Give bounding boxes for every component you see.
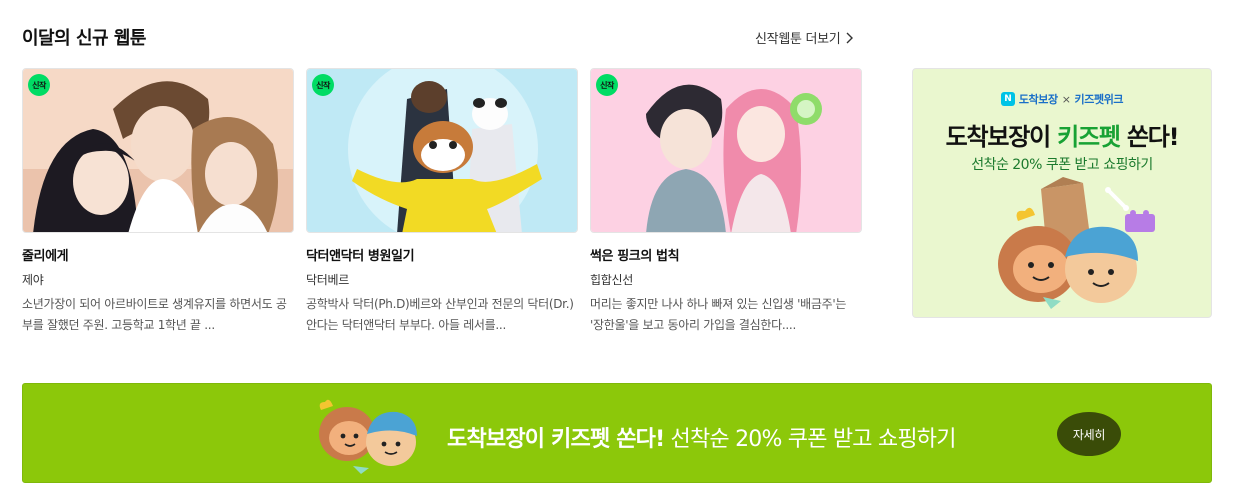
new-badge: 신작 xyxy=(596,74,618,96)
ad-headline: 도착보장이 키즈펫 쏜다! xyxy=(913,117,1211,152)
webtoon-author: 제야 xyxy=(22,273,44,287)
webtoon-author: 닥터베르 xyxy=(306,273,349,287)
more-link-label: 신작웹툰 더보기 xyxy=(755,32,841,47)
ad-brand-row: N 도착보장 × 키즈펫위크 xyxy=(913,91,1211,107)
banner-headline-rest: 선착순 20% 쿠폰 받고 쇼핑하기 xyxy=(664,427,957,452)
webtoon-title[interactable]: 줄리에게 xyxy=(22,245,294,264)
naver-n-icon: N xyxy=(1000,92,1015,106)
banner-headline: 도착보장이 키즈펫 쏜다! 선착순 20% 쿠폰 받고 쇼핑하기 xyxy=(447,421,956,453)
webtoon-description: 공학박사 닥터(Ph.D)베르와 산부인과 전문의 닥터(Dr.)안다는 닥터앤… xyxy=(306,297,574,332)
webtoon-title[interactable]: 썩은 핑크의 법칙 xyxy=(590,245,862,264)
headline-highlight: 키즈펫 xyxy=(1057,123,1121,151)
webtoon-cover-image xyxy=(23,69,293,232)
webtoon-cover-image xyxy=(591,69,861,232)
section-title: 이달의 신규 웹툰 xyxy=(22,28,146,49)
webtoon-cover-image xyxy=(307,69,577,232)
webtoon-thumbnail[interactable]: 신작 xyxy=(590,68,862,233)
webtoon-author: 힙합신선 xyxy=(590,273,633,287)
pet-mascot-illustration xyxy=(319,399,417,474)
new-badge: 신작 xyxy=(312,74,334,96)
webtoon-title[interactable]: 닥터앤닥터 병원일기 xyxy=(306,245,578,264)
brand-left: 도착보장 xyxy=(1018,93,1058,106)
chevron-right-icon xyxy=(846,32,854,43)
new-badge: 신작 xyxy=(28,74,50,96)
banner-headline-bold: 도착보장이 키즈펫 쏜다! xyxy=(447,427,665,452)
webtoon-card[interactable]: 신작 썩은 핑크의 법칙 힙합신선 머리는 좋지만 나사 하나 빠져 있는 신입… xyxy=(590,68,862,336)
brand-separator: × xyxy=(1061,92,1071,106)
webtoon-description: 소년가장이 되어 아르바이트로 생계유지를 하면서도 공부를 잘했던 주원. 고… xyxy=(22,297,287,332)
pet-mascot-illustration xyxy=(998,177,1155,309)
kidspet-banner[interactable]: 도착보장이 키즈펫 쏜다! 선착순 20% 쿠폰 받고 쇼핑하기 자세히 xyxy=(22,383,1212,483)
detail-button[interactable]: 자세히 xyxy=(1057,412,1121,456)
brand-right: 키즈펫위크 xyxy=(1074,93,1124,106)
webtoon-card[interactable]: 신작 닥터앤닥터 병원일기 닥터베르 공학박사 닥터(Ph.D)베르와 산부인과… xyxy=(306,68,578,336)
kidspet-side-ad[interactable]: N 도착보장 × 키즈펫위크 도착보장이 키즈펫 쏜다! 선착순 20% 쿠폰 … xyxy=(912,68,1212,318)
more-webtoons-link[interactable]: 신작웹툰 더보기 xyxy=(755,28,854,47)
webtoon-thumbnail[interactable]: 신작 xyxy=(306,68,578,233)
webtoon-thumbnail[interactable]: 신작 xyxy=(22,68,294,233)
headline-end: 쏜다! xyxy=(1126,123,1180,151)
webtoon-card[interactable]: 신작 줄리에게 제야 소년가장이 되어 아르바이트로 생계유지를 하면서도 공부… xyxy=(22,68,294,336)
webtoon-description: 머리는 좋지만 나사 하나 빠져 있는 신입생 '배금주'는 '장한울'을 보고… xyxy=(590,297,847,332)
headline-main: 도착보장이 xyxy=(945,123,1052,151)
